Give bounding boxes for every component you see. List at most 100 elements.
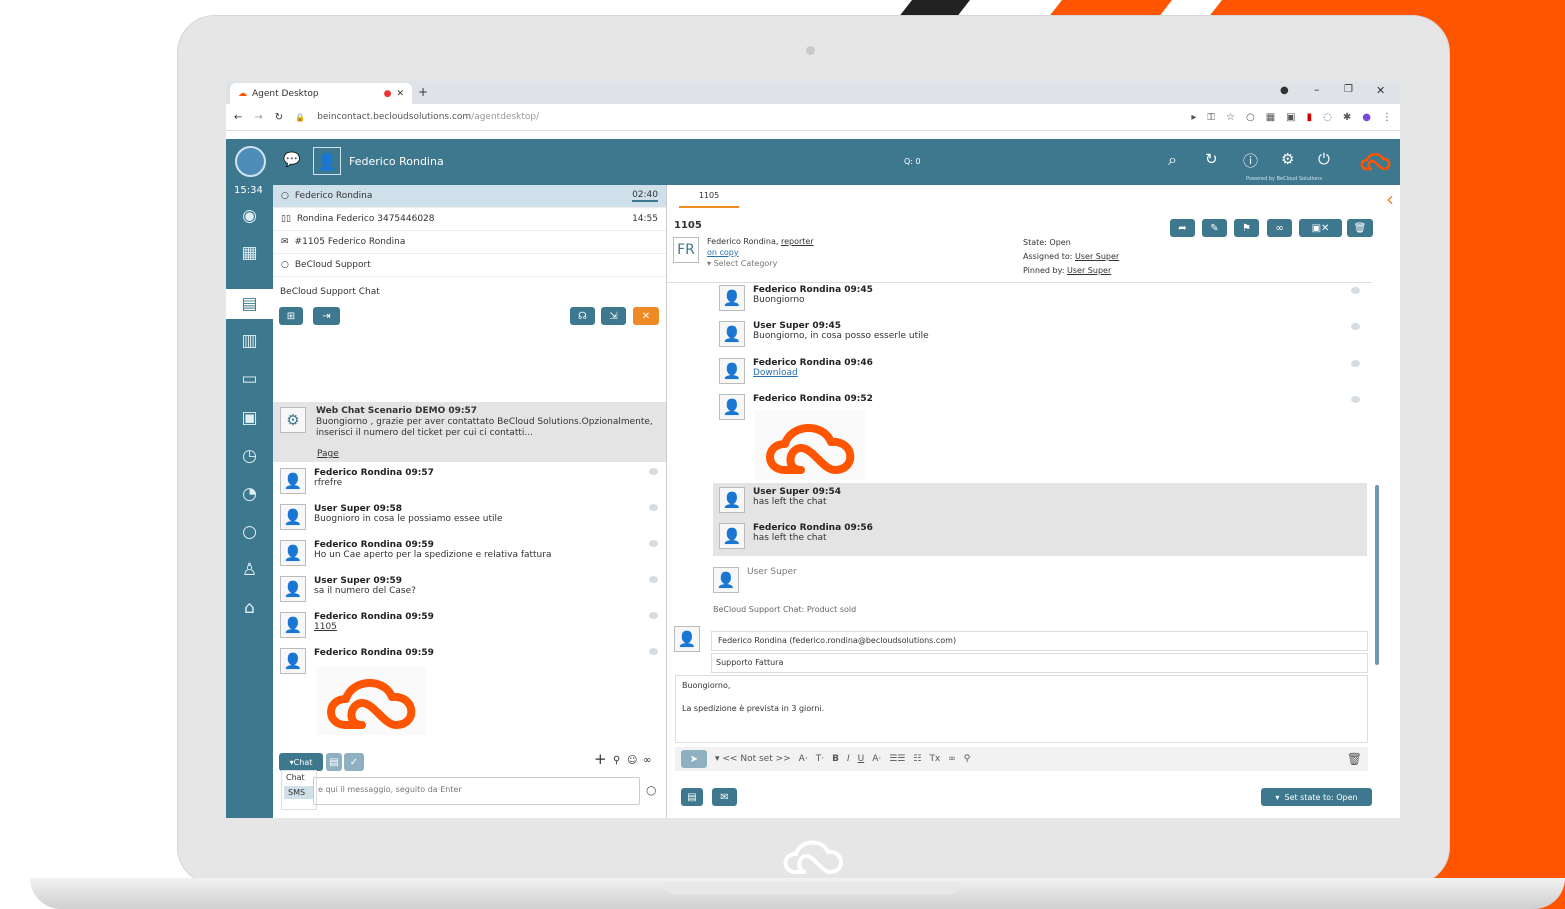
puzzle-icon[interactable]: ✱ xyxy=(1343,112,1351,123)
star-icon[interactable]: ☆ xyxy=(1226,112,1235,123)
transfer-button[interactable]: ⇲ xyxy=(601,307,626,325)
conversation-item[interactable]: ▯▯ Rondina Federico 3475446028 14:55 xyxy=(273,208,666,231)
system-message: ⚙ Web Chat Scenario DEMO 09:57 Buongiorn… xyxy=(273,402,666,462)
key-icon[interactable]: ⚿ xyxy=(1207,112,1215,123)
refresh-icon[interactable]: ↻ xyxy=(1205,150,1218,168)
quick-reply-icon[interactable]: ∞ xyxy=(643,755,651,766)
agent-avatar[interactable]: 👤 xyxy=(313,147,341,175)
forward-icon[interactable]: → xyxy=(254,112,262,123)
help-icon[interactable]: ⓘ xyxy=(1243,150,1258,171)
email-recipient-field[interactable]: Federico Rondina (federico.rondina@beclo… xyxy=(711,631,1368,651)
underline-icon[interactable]: U xyxy=(858,754,865,764)
channel-option[interactable]: Chat xyxy=(282,771,316,784)
subject-field[interactable]: Supporto Fattura xyxy=(711,653,1368,673)
trash-icon[interactable]: 🗑 xyxy=(1347,752,1362,766)
laptop-hinge xyxy=(665,882,960,894)
power-icon[interactable]: ⏻ xyxy=(1318,150,1330,168)
collapse-chevron-icon[interactable]: ‹ xyxy=(1386,187,1394,211)
contacts-card-icon[interactable]: ▣ xyxy=(226,403,273,433)
scrollbar[interactable] xyxy=(1375,485,1379,665)
url-field[interactable]: beincontact.becloudsolutions.com/agentde… xyxy=(317,112,539,122)
close-chat-button[interactable]: ✕ xyxy=(633,307,659,325)
extension-icon[interactable]: ▣ xyxy=(1286,112,1295,123)
new-tab-icon[interactable]: + xyxy=(418,85,428,99)
conversation-item[interactable]: ○ BeCloud Support xyxy=(273,254,666,277)
cloud-logo-icon xyxy=(1360,153,1391,171)
bold-icon[interactable]: B xyxy=(832,754,839,764)
status-circle[interactable] xyxy=(235,146,266,177)
set-state-button[interactable]: ▾ Set state to: Open xyxy=(1261,788,1372,806)
format-select[interactable]: ▾ << Not set >> xyxy=(715,754,791,764)
avatar-icon[interactable]: ● xyxy=(1362,112,1371,123)
list-icon[interactable]: ☷ xyxy=(913,754,921,764)
chat-icon[interactable]: 💬 xyxy=(283,152,300,168)
link-icon[interactable]: ∞ xyxy=(948,754,956,764)
chat-bubble-icon[interactable]: ○ xyxy=(226,517,273,547)
back-icon[interactable]: ← xyxy=(234,112,242,123)
extension-icon[interactable]: ◌ xyxy=(1323,112,1332,123)
send-button[interactable]: ➤ xyxy=(681,750,707,768)
check-button[interactable]: ✓ xyxy=(344,753,364,771)
font-size-icon[interactable]: A· xyxy=(799,754,808,764)
clear-format-icon[interactable]: Tx xyxy=(929,754,940,764)
plus-icon[interactable]: + xyxy=(594,750,607,768)
minimize-icon[interactable]: – xyxy=(1314,83,1320,96)
pin-button[interactable]: ✎ xyxy=(1202,219,1227,237)
align-icon[interactable]: ☰☰ xyxy=(889,754,905,764)
reports-icon[interactable]: ◔ xyxy=(226,479,273,509)
conversation-item[interactable]: ✉ #1105 Federico Rondina xyxy=(273,231,666,254)
template-button[interactable]: ▤ xyxy=(326,753,342,771)
send-bubble-icon[interactable]: ○ xyxy=(646,783,656,797)
headset-button[interactable]: ☊ xyxy=(570,307,595,325)
delete-button[interactable]: 🗑 xyxy=(1347,219,1373,237)
italic-icon[interactable]: I xyxy=(847,754,850,764)
reload-icon[interactable]: ↻ xyxy=(275,112,283,123)
pdf-extension-icon[interactable]: ▮ xyxy=(1307,112,1313,123)
dialpad-icon[interactable]: ▦ xyxy=(226,238,273,268)
channel-select[interactable]: ▾ Chat xyxy=(279,753,323,771)
chat-message: 👤 User Super 09:58 Buognioro in cosa le po… xyxy=(280,504,503,530)
settings-icon[interactable]: ⚙ xyxy=(1281,150,1294,168)
font-color-icon[interactable]: A· xyxy=(872,754,881,764)
attach-icon[interactable]: ⚲ xyxy=(613,755,620,766)
page-link[interactable]: Page xyxy=(317,449,339,459)
extension-icon[interactable]: ○ xyxy=(1246,112,1255,123)
link-button[interactable]: ∞ xyxy=(1267,219,1292,237)
app-header: 💬 👤 Federico Rondina Q: 0 ⌕ ↻ ⓘ ⚙ ⏻ Powe… xyxy=(226,139,1400,185)
save-close-button[interactable]: ▣✕ xyxy=(1299,219,1342,237)
conversation-item[interactable]: ○ Federico Rondina 02:40 xyxy=(273,185,666,208)
message-input[interactable]: e qui il messaggio, seguito da Enter xyxy=(313,777,640,805)
extension-icon[interactable]: ▦ xyxy=(1266,112,1275,123)
emoji-icon[interactable]: ☺ xyxy=(627,755,637,766)
attach-icon[interactable]: ⚲ xyxy=(964,754,971,764)
text-height-icon[interactable]: T· xyxy=(816,754,824,764)
email-button[interactable]: ✉ xyxy=(712,788,737,806)
profile-dot-icon[interactable]: ● xyxy=(1280,85,1289,96)
download-link[interactable]: Download xyxy=(753,368,798,378)
toggle-icon[interactable]: ◉ xyxy=(226,201,273,231)
restore-icon[interactable]: ❐ xyxy=(1344,84,1353,95)
tab-ticket[interactable]: 1105 xyxy=(679,191,739,208)
browser-tab[interactable]: ☁ Agent Desktop ● ✕ xyxy=(230,83,412,104)
conversation-panel: ○ Federico Rondina 02:40 ▯▯ Rondina Federic… xyxy=(273,185,667,818)
home-icon[interactable]: ⌂ xyxy=(226,593,273,623)
add-contact-button[interactable]: ⊞ xyxy=(279,307,303,325)
forward-button[interactable]: ➦ xyxy=(1170,219,1195,237)
note-button[interactable]: ▤ xyxy=(681,788,703,806)
flag-button[interactable]: ⚑ xyxy=(1234,219,1259,237)
folder-button[interactable]: ⇥ xyxy=(313,307,340,325)
documents-icon[interactable]: ▤ xyxy=(226,289,273,319)
close-tab-icon[interactable]: ✕ xyxy=(396,89,404,99)
close-window-icon[interactable]: ✕ xyxy=(1376,84,1385,97)
email-body-editor[interactable]: Buongiorno, La spedizione è prevista in 3… xyxy=(675,675,1368,743)
cast-icon[interactable]: ▸ xyxy=(1191,112,1196,123)
dashboard-icon[interactable]: ◷ xyxy=(226,441,273,471)
search-icon[interactable]: ⌕ xyxy=(1168,150,1177,170)
category-select[interactable]: ▾ Select Category xyxy=(707,259,777,268)
inbox-icon[interactable]: ▭ xyxy=(226,364,273,394)
ticket-state: State: Open Assigned to: User Super Pinn… xyxy=(1023,238,1120,275)
menu-dots-icon[interactable]: ⋮ xyxy=(1382,112,1392,123)
channel-option[interactable]: SMS xyxy=(284,786,314,799)
calendar-icon[interactable]: ▥ xyxy=(226,326,273,356)
user-icon[interactable]: ♙ xyxy=(226,555,273,585)
